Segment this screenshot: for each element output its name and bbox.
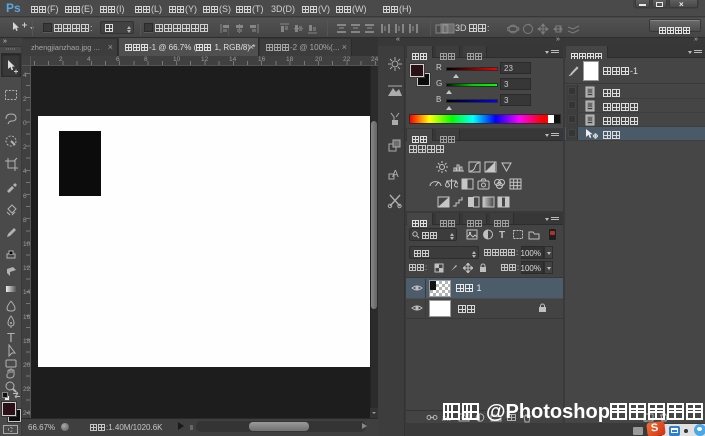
svg-text:T: T <box>499 230 505 240</box>
svg-text:T: T <box>7 330 15 344</box>
